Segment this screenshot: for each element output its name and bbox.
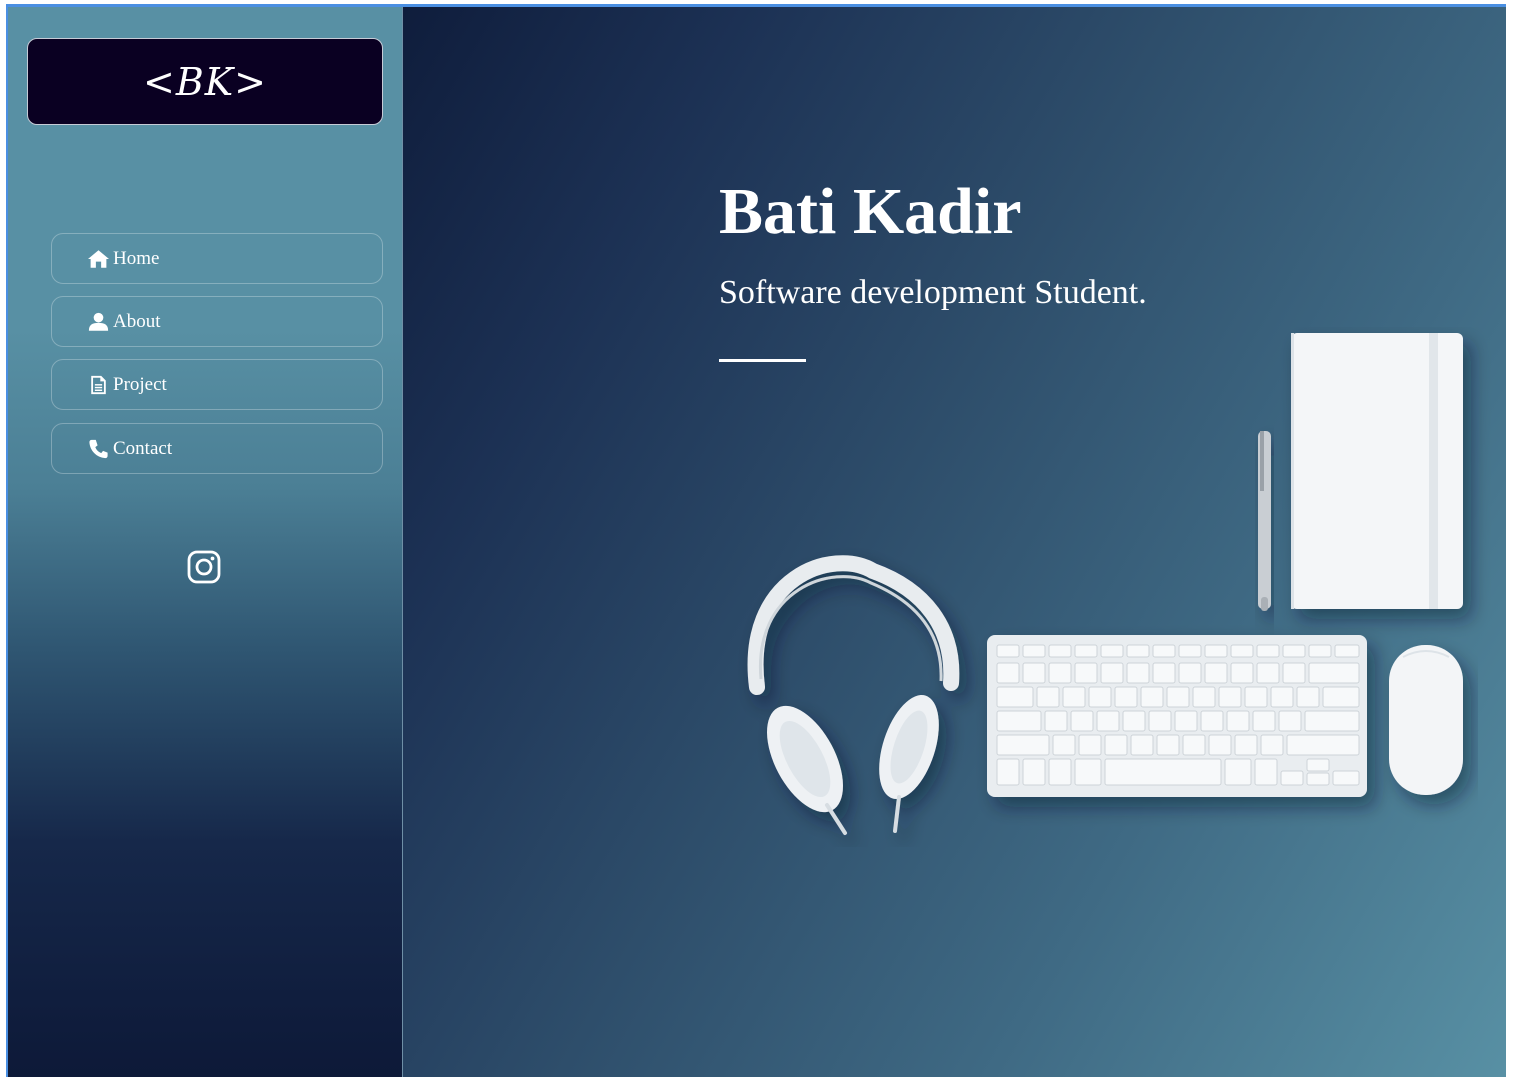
nav-item-about[interactable]: About — [51, 296, 383, 347]
document-icon — [91, 375, 106, 394]
nav-item-home[interactable]: Home — [51, 233, 383, 284]
keyboard-image — [987, 635, 1367, 797]
nav-label-project: Project — [113, 373, 167, 395]
nav-label-contact: Contact — [113, 437, 173, 459]
pen-image — [1258, 431, 1271, 611]
desk-illustration — [747, 333, 1463, 835]
logo[interactable]: <BK> — [27, 38, 383, 125]
nav-item-project[interactable]: Project — [51, 359, 383, 410]
headphones-image — [747, 555, 960, 835]
nav-label-home: Home — [113, 247, 160, 269]
hero-name: Bati Kadir — [719, 175, 1022, 248]
hero-section: Bati Kadir Software development Student. — [403, 7, 1506, 1077]
hero-tagline: Software development Student. — [719, 274, 1147, 311]
sidebar: <BK> Home About Project Contact — [8, 7, 403, 1077]
nav-item-contact[interactable]: Contact — [51, 423, 383, 474]
phone-icon — [89, 439, 108, 458]
home-icon — [88, 249, 109, 268]
page-frame: <BK> Home About Project Contact Bati Kad… — [6, 4, 1506, 1077]
notebook-image — [1291, 333, 1463, 609]
instagram-icon[interactable] — [186, 549, 222, 585]
nav-label-about: About — [113, 310, 161, 332]
logo-text: <BK> — [143, 59, 267, 104]
user-icon — [88, 312, 109, 331]
mouse-image — [1389, 645, 1463, 795]
